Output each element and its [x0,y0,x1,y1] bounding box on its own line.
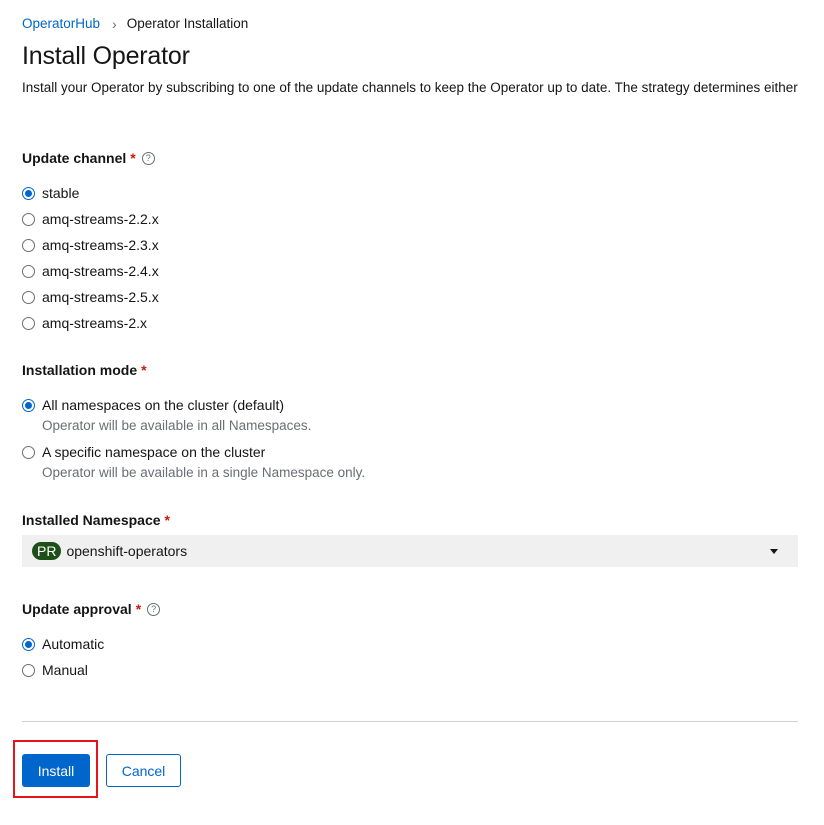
radio-label: stable [42,185,80,201]
radio-button-checked[interactable] [22,638,35,651]
page-description: Install your Operator by subscribing to … [22,80,798,95]
update-approval-label: Update approval * ? [22,601,161,617]
help-icon[interactable]: ? [147,602,161,616]
radio-button[interactable] [22,265,35,278]
radio-label: Manual [42,662,88,678]
divider [22,721,798,722]
update-channel-option-2-4[interactable]: amq-streams-2.4.x [22,263,159,279]
caret-down-icon [770,549,778,554]
installation-mode-label-text: Installation mode [22,362,138,378]
update-channel-label: Update channel * ? [22,150,155,166]
radio-button[interactable] [22,446,35,459]
radio-description: Operator will be available in a single N… [42,465,366,480]
breadcrumb-current: Operator Installation [126,16,249,31]
update-approval-label-text: Update approval [22,601,132,617]
radio-button-checked[interactable] [22,187,35,200]
radio-label: amq-streams-2.5.x [42,289,159,305]
radio-label: A specific namespace on the cluster [42,444,266,460]
radio-button-checked[interactable] [22,399,35,412]
update-channel-option-2-2[interactable]: amq-streams-2.2.x [22,211,159,227]
namespace-select-value: openshift-operators [66,543,188,559]
installed-namespace-label-text: Installed Namespace [22,512,161,528]
installed-namespace-label: Installed Namespace * [22,512,170,528]
install-button[interactable]: Install [22,754,90,787]
required-marker: * [130,150,136,166]
radio-button[interactable] [22,291,35,304]
update-channel-label-text: Update channel [22,150,127,166]
radio-button[interactable] [22,317,35,330]
radio-label: All namespaces on the cluster (default) [42,397,285,413]
breadcrumb-operatorhub-link[interactable]: OperatorHub [22,16,100,31]
update-channel-option-2-3[interactable]: amq-streams-2.3.x [22,237,159,253]
namespace-select[interactable]: PR openshift-operators [22,535,798,567]
page-title: Install Operator [22,42,190,70]
installation-mode-all-namespaces[interactable]: All namespaces on the cluster (default) … [22,397,311,433]
radio-button[interactable] [22,664,35,677]
required-marker: * [164,512,170,528]
required-marker: * [135,601,142,617]
required-marker: * [141,362,147,378]
update-channel-option-2-x[interactable]: amq-streams-2.x [22,315,147,331]
installation-mode-specific-namespace[interactable]: A specific namespace on the cluster Oper… [22,444,365,480]
radio-description: Operator will be available in all Namesp… [42,418,312,433]
project-badge: PR [32,542,62,560]
update-channel-option-stable[interactable]: stable [22,185,79,201]
update-approval-automatic[interactable]: Automatic [22,636,104,652]
radio-label: amq-streams-2.3.x [42,237,159,253]
update-channel-option-2-5[interactable]: amq-streams-2.5.x [22,289,159,305]
radio-button[interactable] [22,239,35,252]
breadcrumb: OperatorHub › Operator Installation [22,16,248,31]
installation-mode-label: Installation mode * [22,362,147,378]
chevron-right-icon: › [112,15,117,32]
radio-label: amq-streams-2.4.x [42,263,159,279]
help-icon[interactable]: ? [141,151,155,165]
update-approval-manual[interactable]: Manual [22,662,88,678]
radio-label: amq-streams-2.x [42,315,148,331]
cancel-button[interactable]: Cancel [106,754,181,787]
radio-label: amq-streams-2.2.x [42,211,159,227]
radio-label: Automatic [42,636,105,652]
radio-button[interactable] [22,213,35,226]
